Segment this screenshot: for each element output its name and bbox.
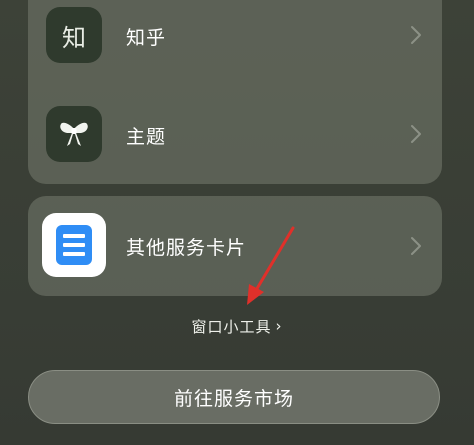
go-to-service-market-button[interactable]: 前往服务市场 [28, 370, 440, 424]
widgets-link-label: 窗口小工具 [191, 318, 272, 336]
chevron-right-icon [411, 125, 421, 143]
list-item-zhihu[interactable]: 知 知乎 [28, 2, 442, 68]
list-item-label: 主题 [126, 126, 167, 148]
chevron-right-icon [411, 237, 421, 255]
list-item-theme[interactable]: 主题 [28, 101, 442, 167]
chevron-right-icon: › [275, 317, 283, 335]
zhihu-logo-icon: 知 [46, 7, 102, 63]
service-card-icon [42, 213, 106, 277]
shortcut-list-card: 知 知乎 主题 [28, 0, 442, 184]
chevron-right-icon [411, 26, 421, 44]
list-item-label: 知乎 [126, 27, 167, 49]
other-service-cards-item[interactable]: 其他服务卡片 [28, 196, 442, 296]
widgets-link[interactable]: 窗口小工具 › [0, 316, 474, 337]
bow-icon [46, 106, 102, 162]
go-to-service-market-label: 前往服务市场 [173, 387, 294, 410]
other-service-cards-label: 其他服务卡片 [126, 237, 247, 259]
